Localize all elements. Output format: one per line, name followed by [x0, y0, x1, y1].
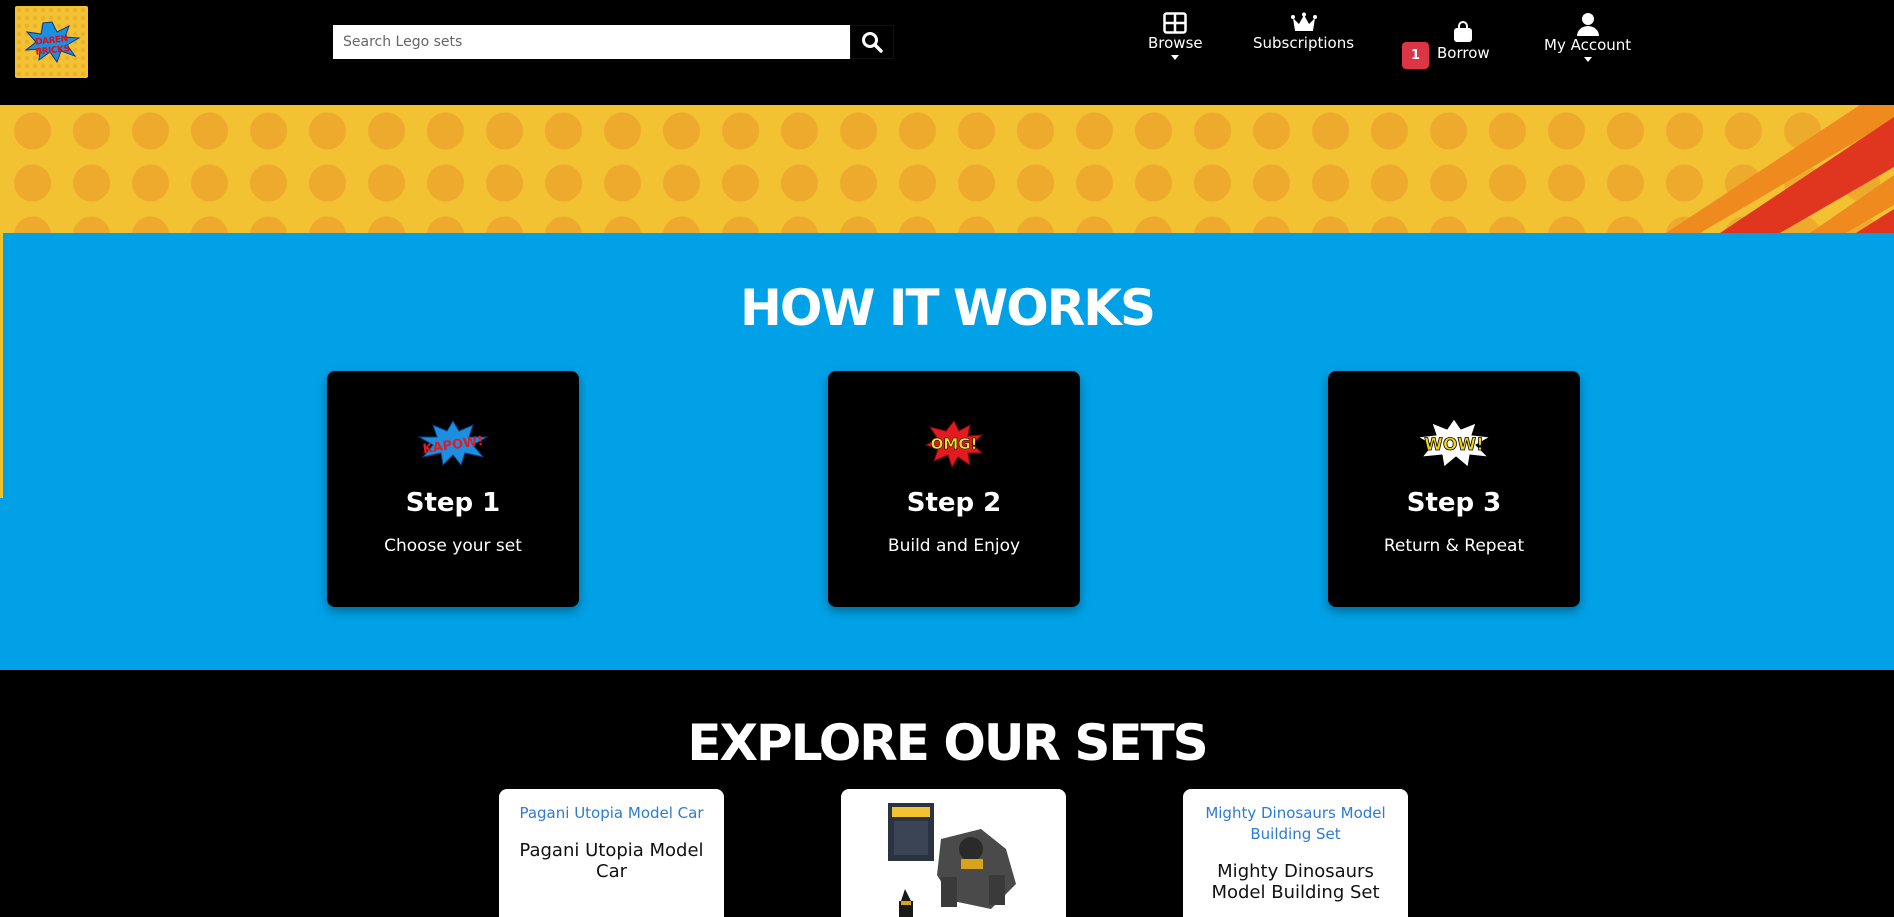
shopping-bag-icon: [1454, 20, 1473, 42]
crown-icon: [1290, 12, 1317, 31]
banner-dot-pattern: [0, 105, 1894, 233]
set-card[interactable]: Pagani Utopia Model Car Pagani Utopia Mo…: [499, 789, 724, 917]
site-header: DAREN BRICKS Browse Subscriptio: [0, 0, 1894, 105]
broken-image-alt: Mighty Dinosaurs Model Building Set: [1205, 804, 1386, 843]
wow-burst-icon: WOW!: [1416, 418, 1492, 468]
grid-icon: [1163, 12, 1188, 34]
explore-title: EXPLORE OUR SETS: [687, 714, 1208, 772]
nav-subscriptions-label: Subscriptions: [1253, 34, 1355, 52]
nav-browse-label: Browse: [1148, 34, 1203, 52]
main-nav: Browse Subscriptions 1 Borrow My Account: [0, 12, 1894, 72]
kapow-burst-icon: KAPOW!: [417, 420, 489, 467]
set-name: Mighty Dinosaurs Model Building Set: [1211, 861, 1380, 903]
how-it-works-title: HOW IT WORKS: [740, 279, 1156, 337]
chevron-down-icon: [1583, 57, 1592, 62]
step-description: Choose your set: [384, 536, 522, 556]
chevron-down-icon: [1171, 55, 1180, 60]
how-it-works-section: HOW IT WORKS KAPOW! Step 1 Choose your s…: [0, 233, 1894, 670]
step-card-1: KAPOW! Step 1 Choose your set: [327, 371, 579, 607]
nav-my-account[interactable]: My Account: [1544, 12, 1631, 62]
borrow-count-badge: 1: [1402, 42, 1429, 69]
step-card-3: WOW! Step 3 Return & Repeat: [1328, 371, 1580, 607]
step-description: Build and Enjoy: [887, 536, 1021, 556]
nav-borrow[interactable]: 1 Borrow: [1402, 12, 1490, 69]
set-name: Pagani Utopia Model Car: [519, 840, 704, 882]
set-card[interactable]: Mighty Dinosaurs Model Building Set Migh…: [1183, 789, 1408, 917]
omg-burst-icon: OMG!: [924, 420, 984, 469]
svg-text:WOW!: WOW!: [1424, 435, 1484, 455]
nav-borrow-label: Borrow: [1437, 43, 1490, 62]
nav-subscriptions[interactable]: Subscriptions: [1253, 12, 1354, 52]
banner-red-stripes: [1666, 105, 1894, 233]
user-icon: [1576, 13, 1599, 36]
nav-my-account-label: My Account: [1544, 36, 1632, 54]
explore-sets-section: EXPLORE OUR SETS Pagani Utopia Model Car…: [0, 670, 1894, 917]
nav-browse[interactable]: Browse: [1148, 12, 1203, 60]
broken-image-alt: Pagani Utopia Model Car: [519, 804, 704, 822]
batman-mech-set-image: [888, 803, 1016, 917]
hero-banner: [0, 105, 1894, 233]
svg-text:OMG!: OMG!: [931, 435, 978, 453]
step-title: Step 3: [1406, 488, 1502, 518]
set-card[interactable]: [841, 789, 1066, 917]
step-card-2: OMG! Step 2 Build and Enjoy: [828, 371, 1080, 607]
step-title: Step 2: [906, 488, 1002, 518]
step-title: Step 1: [405, 488, 501, 518]
left-edge-accent: [0, 233, 3, 498]
step-description: Return & Repeat: [1383, 536, 1525, 556]
